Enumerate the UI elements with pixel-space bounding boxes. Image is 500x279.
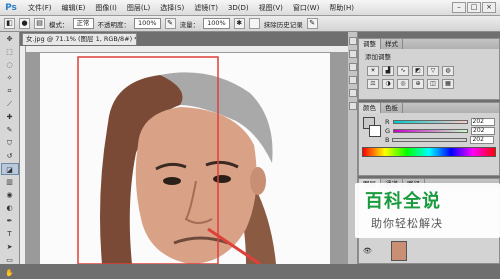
horizontal-ruler xyxy=(26,46,348,53)
value-g[interactable]: 202 xyxy=(471,126,496,135)
canvas-area[interactable] xyxy=(26,53,348,264)
document-canvas[interactable] xyxy=(40,53,330,264)
move-tool-icon[interactable]: ✥ xyxy=(1,33,19,45)
stamp-tool-icon[interactable]: ⛉ xyxy=(1,137,19,149)
watermark: 百科全说 助你轻松解决 xyxy=(355,183,500,238)
history-brush-tool-icon[interactable]: ↺ xyxy=(1,150,19,162)
mode-label: 模式： xyxy=(49,20,69,29)
type-tool-icon[interactable]: T xyxy=(1,228,19,240)
color-label-b: B xyxy=(385,135,390,144)
eyedropper-tool-icon[interactable]: ⟋ xyxy=(1,98,19,110)
crop-tool-icon[interactable]: ⌗ xyxy=(1,85,19,97)
menu-filter[interactable]: 滤镜(T) xyxy=(189,3,223,13)
flow-label: 流量： xyxy=(179,20,200,29)
menu-file[interactable]: 文件(F) xyxy=(23,3,57,13)
fg-bg-swatch[interactable] xyxy=(363,117,381,139)
channel-mixer-icon[interactable]: ⊕ xyxy=(412,79,424,89)
marquee-tool-icon[interactable]: ⬚ xyxy=(1,46,19,58)
flow-input[interactable]: 100% xyxy=(203,18,230,29)
path-select-tool-icon[interactable]: ➤ xyxy=(1,241,19,253)
maximize-button[interactable]: □ xyxy=(467,2,481,13)
vibrance-icon[interactable]: ▽ xyxy=(427,66,439,76)
menu-help[interactable]: 帮助(H) xyxy=(324,3,359,13)
curves-icon[interactable]: ∿ xyxy=(397,66,409,76)
dodge-tool-icon[interactable]: ◐ xyxy=(1,202,19,214)
actions-panel-icon[interactable] xyxy=(349,50,357,58)
character-panel-icon[interactable] xyxy=(349,89,357,97)
tab-swatches[interactable]: 色板 xyxy=(381,103,403,113)
brightness-icon[interactable]: ☀ xyxy=(367,66,379,76)
shape-tool-icon[interactable]: ▭ xyxy=(1,254,19,266)
menu-edit[interactable]: 编辑(E) xyxy=(57,3,91,13)
history-label: 抹除历史记录 xyxy=(263,20,303,29)
posterize-icon[interactable]: ▦ xyxy=(442,79,454,89)
menu-window[interactable]: 窗口(W) xyxy=(288,3,324,13)
opacity-label: 不透明度： xyxy=(97,20,131,29)
tab-color[interactable]: 颜色 xyxy=(359,103,381,113)
menu-view[interactable]: 视图(V) xyxy=(254,3,288,13)
portrait-image xyxy=(77,56,276,264)
mode-select[interactable]: 正常 xyxy=(72,18,94,29)
color-label-g: G xyxy=(385,126,391,135)
tab-styles[interactable]: 样式 xyxy=(381,39,403,49)
levels-icon[interactable]: ▟ xyxy=(382,66,394,76)
history-checkbox[interactable] xyxy=(248,18,260,29)
pressure-size-icon[interactable]: ✎ xyxy=(306,18,318,29)
color-spectrum[interactable] xyxy=(362,147,496,157)
adjustments-panel: 调整 样式 添加调整 ☀ ▟ ∿ ◩ ▽ ◍ ⚖ ◑ ◎ ⊕ ◫ ▦ xyxy=(358,38,500,100)
value-b[interactable]: 202 xyxy=(470,135,495,144)
color-row-r: R 202 xyxy=(381,117,495,126)
menu-image[interactable]: 图像(I) xyxy=(90,3,122,13)
hand-tool-icon[interactable]: ✋ xyxy=(1,267,19,279)
color-panel: 颜色 色板 R 202 G 202 B 202 xyxy=(358,102,500,176)
gradient-tool-icon[interactable]: ▥ xyxy=(1,176,19,188)
eraser-preset-icon[interactable]: ◧ xyxy=(4,18,15,29)
slider-g[interactable] xyxy=(393,128,469,133)
hue-icon[interactable]: ◍ xyxy=(442,66,454,76)
adjustments-title: 添加调整 xyxy=(365,53,391,61)
slider-r[interactable] xyxy=(392,119,468,124)
menu-bar: Ps 文件(F) 编辑(E) 图像(I) 图层(L) 选择(S) 滤镜(T) 3… xyxy=(0,0,500,16)
history-panel-icon[interactable] xyxy=(349,37,357,45)
menu-select[interactable]: 选择(S) xyxy=(155,3,189,13)
slider-b[interactable] xyxy=(392,137,468,142)
invert-icon[interactable]: ◫ xyxy=(427,79,439,89)
options-bar: ◧ ● ▤ 模式： 正常 不透明度： 100% ✎ 流量： 100% ✱ 抹除历… xyxy=(0,16,500,32)
tab-adjustments[interactable]: 调整 xyxy=(359,39,381,49)
layer-thumbnail[interactable] xyxy=(391,241,407,261)
blur-tool-icon[interactable]: ◉ xyxy=(1,189,19,201)
clone-panel-icon[interactable] xyxy=(349,76,357,84)
eye-icon[interactable]: 👁 xyxy=(363,247,373,255)
quick-select-tool-icon[interactable]: ✧ xyxy=(1,72,19,84)
value-r[interactable]: 202 xyxy=(470,117,495,126)
document-tab[interactable]: 女.jpg @ 71.1% (图层 1, RGB/8#) * xyxy=(22,33,137,45)
menu-3d[interactable]: 3D(D) xyxy=(223,4,254,12)
toolbox: ✥ ⬚ ◌ ✧ ⌗ ⟋ ✚ ✎ ⛉ ↺ ◪ ▥ ◉ ◐ ✒ T ➤ ▭ ✋ xyxy=(0,32,20,277)
airbrush-icon[interactable]: ✱ xyxy=(233,18,245,29)
color-label-r: R xyxy=(385,117,390,126)
exposure-icon[interactable]: ◩ xyxy=(412,66,424,76)
brush-size-icon[interactable]: ● xyxy=(19,18,30,29)
color-row-g: G 202 xyxy=(381,126,496,135)
color-balance-icon[interactable]: ⚖ xyxy=(367,79,379,89)
opacity-input[interactable]: 100% xyxy=(134,18,161,29)
black-white-icon[interactable]: ◑ xyxy=(382,79,394,89)
eraser-tool-icon[interactable]: ◪ xyxy=(0,163,19,175)
color-row-b: B 202 xyxy=(381,135,495,144)
lasso-tool-icon[interactable]: ◌ xyxy=(1,59,19,71)
photo-filter-icon[interactable]: ◎ xyxy=(397,79,409,89)
pressure-opacity-icon[interactable]: ✎ xyxy=(164,18,176,29)
watermark-title: 百科全说 xyxy=(365,191,441,212)
brush-tool-icon[interactable]: ✎ xyxy=(1,124,19,136)
watermark-subtitle: 助你轻松解决 xyxy=(371,217,443,230)
healing-tool-icon[interactable]: ✚ xyxy=(1,111,19,123)
minimize-button[interactable]: – xyxy=(452,2,466,13)
ps-logo: Ps xyxy=(5,2,17,13)
pen-tool-icon[interactable]: ✒ xyxy=(1,215,19,227)
brush-panel-icon[interactable] xyxy=(349,63,357,71)
paragraph-panel-icon[interactable] xyxy=(349,102,357,110)
close-button[interactable]: × xyxy=(482,2,496,13)
menu-layer[interactable]: 图层(L) xyxy=(122,3,155,13)
brush-panel-icon[interactable]: ▤ xyxy=(34,18,45,29)
